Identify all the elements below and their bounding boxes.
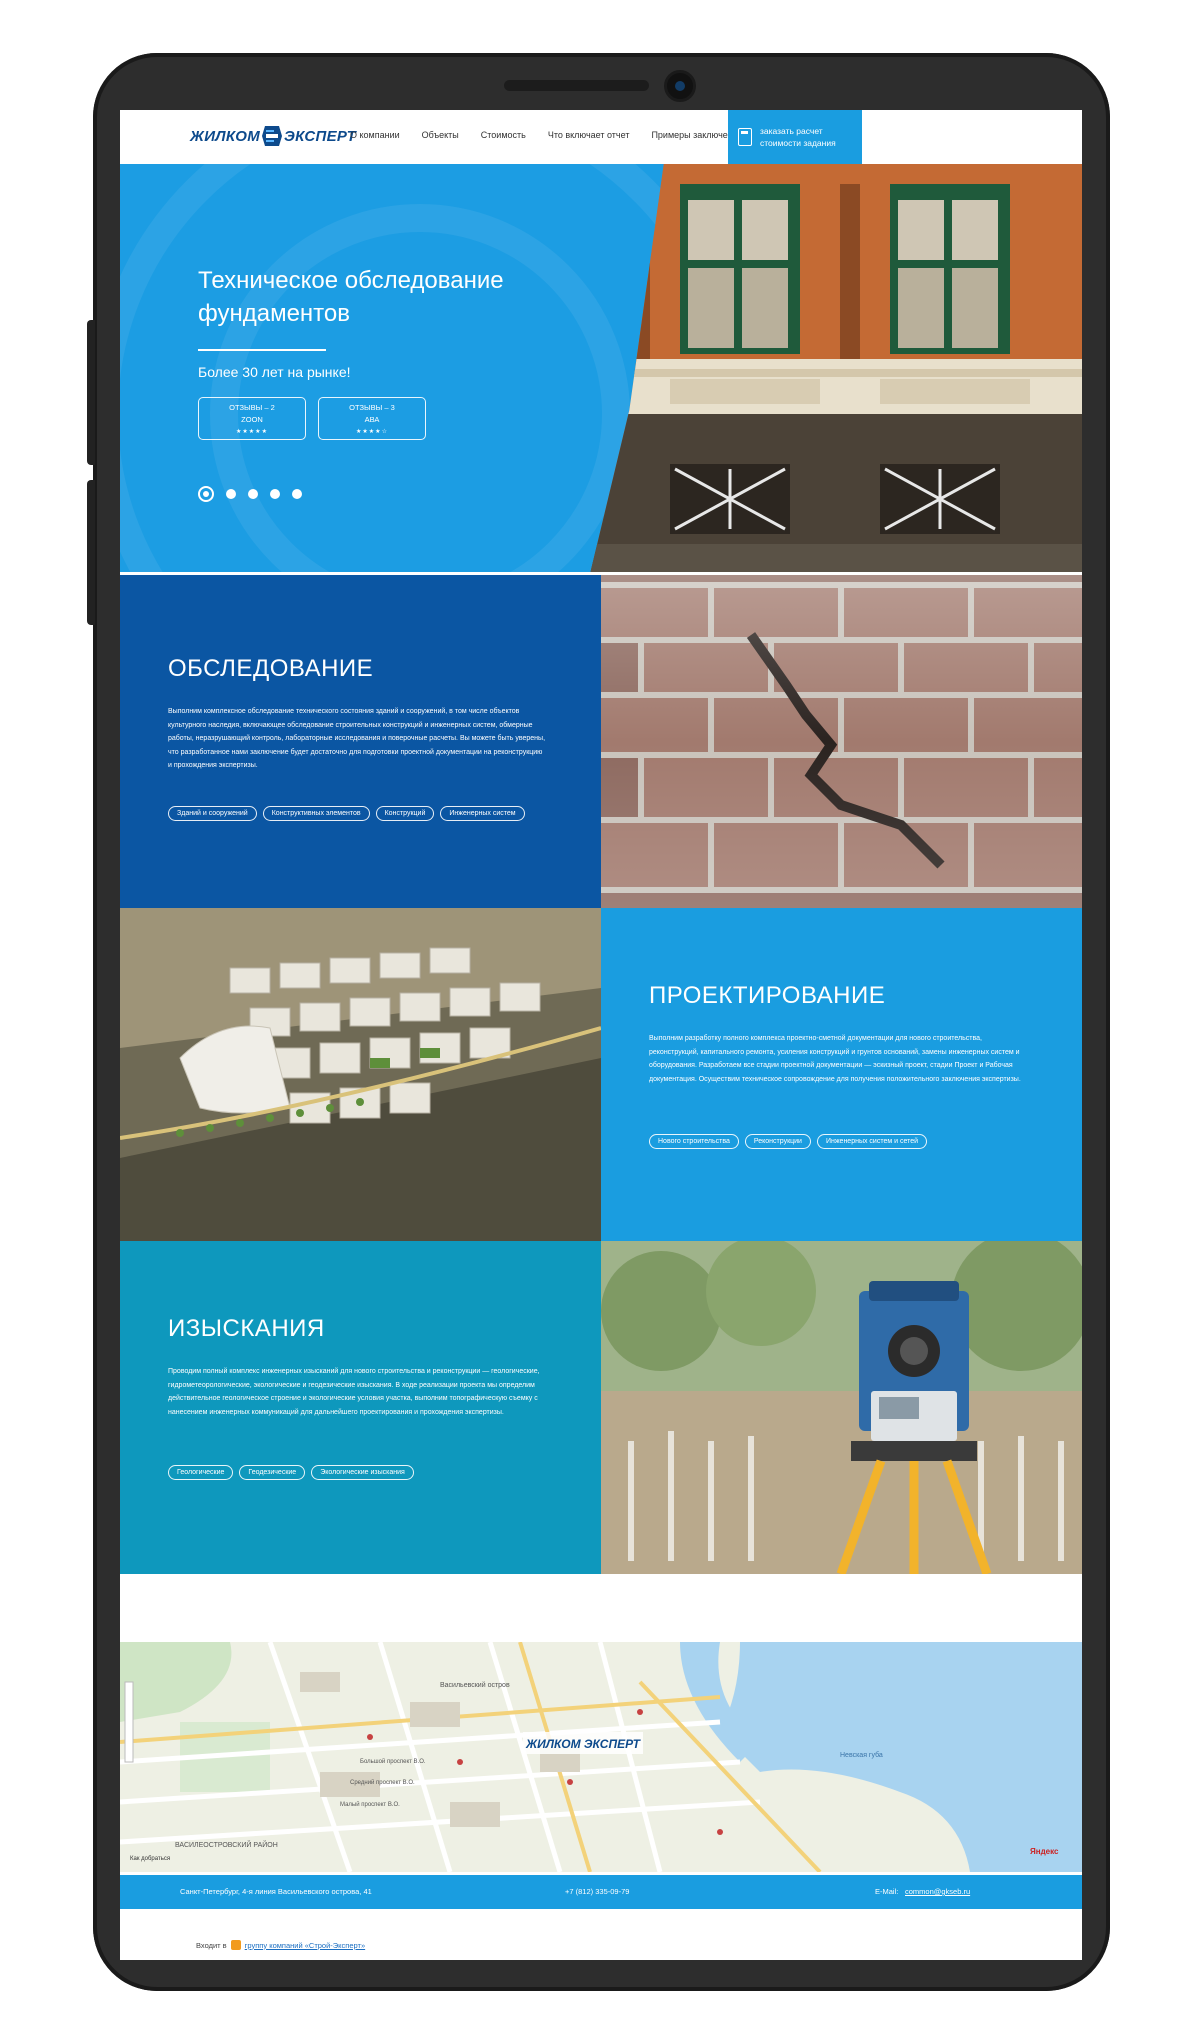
- slider-dot-3[interactable]: [248, 489, 258, 499]
- map-area-label: Васильевский остров: [440, 1682, 510, 1689]
- reviews-badge-ava[interactable]: ОТЗЫВЫ – 3 АВА ★★★★☆: [318, 397, 426, 440]
- slider-dot-4[interactable]: [270, 489, 280, 499]
- service-tags: Геологические Геодезические Экологически…: [168, 1465, 548, 1480]
- service-title: ОБСЛЕДОВАНИЕ: [168, 655, 374, 682]
- reviews-count: ОТЗЫВЫ – 3: [349, 403, 395, 412]
- service-title: ИЗЫСКАНИЯ: [168, 1315, 325, 1342]
- service-row-surveying: ИЗЫСКАНИЯ Проводим полный комплекс инжен…: [120, 1241, 1082, 1574]
- service-description: Выполним разработку полного комплекса пр…: [649, 1035, 1021, 1083]
- phone-camera: [664, 70, 696, 102]
- rating-stars: ★★★★☆: [356, 429, 388, 435]
- map-street-label: Малый проспект В.О.: [340, 1802, 400, 1808]
- logo-text-right: ЭКСПЕРТ: [284, 127, 357, 145]
- group-link[interactable]: группу компаний «Строй-Эксперт»: [245, 1941, 365, 1950]
- footer-contacts: Санкт-Петербург, 4-я линия Васильевского…: [120, 1875, 1082, 1909]
- service-tags: Нового строительства Реконструкции Инжен…: [649, 1134, 1029, 1149]
- slider-dot-5[interactable]: [292, 489, 302, 499]
- service-row-design: ПРОЕКТИРОВАНИЕ Выполним разработку полно…: [120, 908, 1082, 1241]
- hero-building-photo: [590, 164, 1082, 574]
- map-water-label: Невская губа: [840, 1752, 883, 1759]
- map-route-link[interactable]: Как добраться: [130, 1856, 170, 1862]
- service-tag[interactable]: Зданий и сооружений: [168, 806, 257, 821]
- map-brand-logo: Яндекс: [1030, 1847, 1059, 1856]
- credits-prefix: Входит в: [196, 1940, 227, 1950]
- slider-dots: [198, 486, 302, 502]
- service-panel-design: ПРОЕКТИРОВАНИЕ Выполним разработку полно…: [601, 908, 1082, 1241]
- hero-divider: [198, 349, 326, 351]
- service-panel-surveying: ИЗЫСКАНИЯ Проводим полный комплекс инжен…: [120, 1241, 601, 1574]
- service-tag[interactable]: Инженерных систем: [440, 806, 525, 821]
- nav-item-about[interactable]: О компании: [350, 130, 400, 140]
- nav-item-report[interactable]: Что включает отчет: [548, 130, 630, 140]
- group-credits: Входит в группу компаний «Строй-Эксперт»: [196, 1940, 365, 1950]
- service-tag[interactable]: Конструктивных элементов: [262, 806, 370, 821]
- footer-address: Санкт-Петербург, 4-я линия Васильевского…: [180, 1887, 372, 1896]
- service-row-survey: ОБСЛЕДОВАНИЕ Выполним комплексное обслед…: [120, 575, 1082, 908]
- city-model-photo: [120, 908, 601, 1241]
- service-panel-survey: ОБСЛЕДОВАНИЕ Выполним комплексное обслед…: [120, 575, 601, 908]
- logo-text-left: ЖИЛКОМ: [190, 127, 260, 145]
- order-calc-label: заказать расчет стоимости задания: [760, 126, 836, 148]
- service-tag[interactable]: Геодезические: [239, 1465, 306, 1480]
- slider-dot-2[interactable]: [226, 489, 236, 499]
- map-district-label: ВАСИЛЕОСТРОВСКИЙ РАЙОН: [175, 1842, 278, 1849]
- nav-item-objects[interactable]: Объекты: [422, 130, 459, 140]
- service-tag[interactable]: Экологические изыскания: [311, 1465, 414, 1480]
- nav-item-price[interactable]: Стоимость: [481, 130, 526, 140]
- service-tag[interactable]: Инженерных систем и сетей: [816, 1134, 928, 1149]
- footer-email[interactable]: common@gkseb.ru: [905, 1887, 970, 1896]
- order-calc-button[interactable]: заказать расчет стоимости задания: [728, 110, 862, 164]
- service-tag[interactable]: Нового строительства: [649, 1134, 739, 1149]
- service-tag[interactable]: Геологические: [168, 1465, 234, 1480]
- phone-speaker: [504, 80, 649, 91]
- location-map[interactable]: ЖИЛКОМ ЭКСПЕРТ ВАСИЛЕОСТРОВСКИЙ РАЙОН Ма…: [120, 1642, 1082, 1872]
- phone-volume-button: [87, 320, 95, 465]
- logo[interactable]: ЖИЛКОМ ЭКСПЕРТ: [190, 124, 356, 148]
- map-street-label: Большой проспект В.О.: [360, 1759, 426, 1765]
- footer-phone[interactable]: +7 (812) 335-09-79: [565, 1887, 629, 1896]
- hero-slider: Техническое обследование фундаментов Бол…: [120, 164, 1082, 574]
- calculator-icon: [738, 128, 752, 146]
- logo-mark-icon: [262, 126, 282, 146]
- phone-power-button: [87, 480, 95, 625]
- service-tags: Зданий и сооружений Конструктивных элеме…: [168, 806, 548, 821]
- reviews-source: АВА: [364, 415, 380, 424]
- map-street-label: Средний проспект В.О.: [350, 1780, 415, 1786]
- service-description: Выполним комплексное обследование технич…: [168, 708, 546, 769]
- site-header: ЖИЛКОМ ЭКСПЕРТ О компании Объекты Стоимо…: [120, 110, 1082, 164]
- hero-title: Техническое обследование фундаментов: [198, 267, 504, 327]
- reviews-badge-zoon[interactable]: ОТЗЫВЫ – 2 ZOON ★★★★★: [198, 397, 306, 440]
- slider-dot-1[interactable]: [198, 486, 214, 502]
- total-station-photo: [601, 1241, 1082, 1574]
- reviews-source: ZOON: [241, 415, 263, 424]
- group-logo-icon: [230, 1940, 241, 1950]
- rating-stars: ★★★★★: [236, 429, 268, 435]
- main-nav: О компании Объекты Стоимость Что включае…: [350, 130, 743, 140]
- footer-email-label: E-Mail:: [875, 1887, 899, 1896]
- service-description: Проводим полный комплекс инженерных изыс…: [168, 1368, 540, 1416]
- service-tag[interactable]: Реконструкции: [744, 1134, 811, 1149]
- hero-subtitle: Более 30 лет на рынке!: [198, 364, 351, 380]
- site-screen: ЖИЛКОМ ЭКСПЕРТ О компании Объекты Стоимо…: [120, 110, 1082, 1960]
- service-title: ПРОЕКТИРОВАНИЕ: [649, 982, 886, 1009]
- brick-crack-photo: [601, 575, 1082, 908]
- reviews-count: ОТЗЫВЫ – 2: [229, 403, 275, 412]
- svg-text:ЖИЛКОМ ЭКСПЕРТ: ЖИЛКОМ ЭКСПЕРТ: [525, 1737, 642, 1751]
- service-tag[interactable]: Конструкций: [375, 806, 435, 821]
